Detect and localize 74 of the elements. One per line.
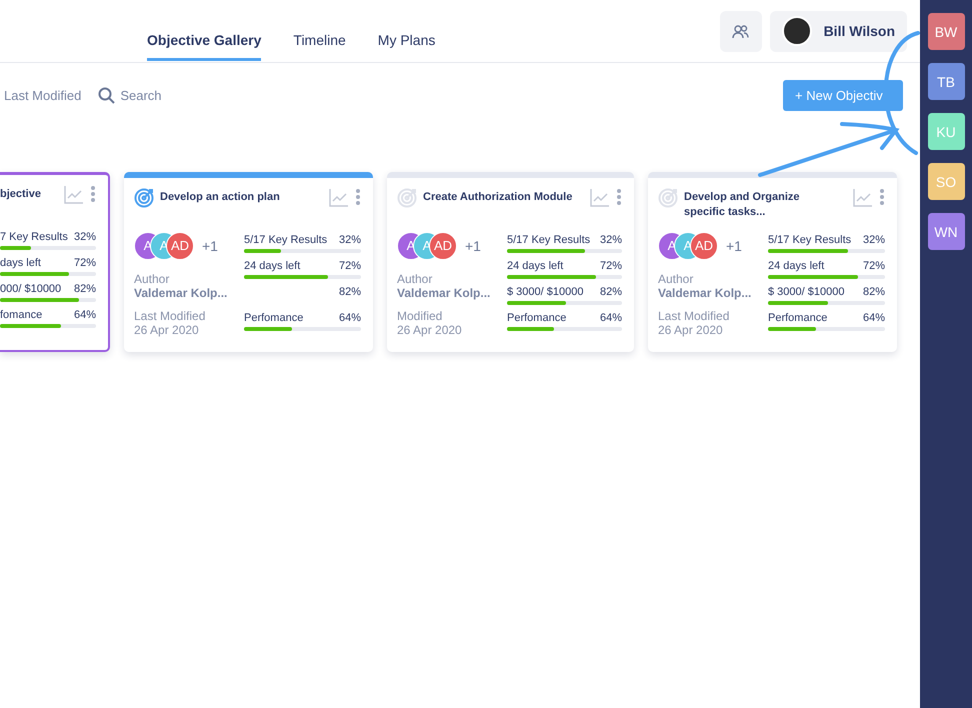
metric-percent: 64% [338, 312, 361, 324]
metric-label: days left [0, 257, 41, 269]
people-icon [732, 24, 750, 38]
metric-percent: 72% [600, 260, 622, 272]
modified-date: 26 Apr 2020 [134, 323, 200, 337]
more-icon[interactable] [879, 188, 885, 206]
card-title: Create Authorization Module [423, 190, 574, 205]
card-title: Develop an action plan [160, 190, 281, 205]
author-name: Valdemar Kolp... [134, 286, 228, 300]
more-count: +1 [465, 239, 481, 253]
avatar-badge: AD [690, 232, 718, 260]
chart-icon[interactable] [853, 188, 873, 207]
more-count: +1 [202, 239, 218, 253]
metric-label: 24 days left [244, 260, 300, 272]
metric-label: $ 3000/ $10000 [768, 286, 844, 298]
avatar-badge: AD [166, 232, 194, 260]
metric-label: 24 days left [768, 260, 824, 272]
metric-percent: 32% [600, 234, 622, 246]
chart-icon[interactable] [590, 188, 610, 207]
metric-label: 7 Key Results [0, 231, 68, 243]
modified-label: Last Modified [658, 309, 730, 323]
metric-label: $ 3000/ $10000 [507, 286, 584, 298]
target-icon [658, 188, 678, 208]
modified-date: 26 Apr 2020 [658, 323, 724, 337]
metric-percent: 72% [862, 260, 885, 272]
metric-percent: 64% [600, 312, 622, 324]
more-count: +1 [726, 239, 742, 253]
card-title: bjective [0, 187, 42, 202]
objective-card[interactable]: bjective 7 Key Results 32% days left 72% 000/ $10000 82% fomance 64% [0, 172, 110, 352]
metric-label: 24 days left [507, 260, 564, 272]
avatar-badge: AD [429, 232, 457, 260]
metric-label: 000/ $10000 [0, 283, 62, 295]
nav-tab[interactable]: Timeline [293, 10, 346, 60]
metric-percent: 72% [74, 257, 96, 269]
metric-label: 5/17 Key Results [507, 234, 590, 246]
team-button[interactable] [720, 10, 762, 52]
author-name: Valdemar Kolp... [658, 286, 752, 300]
metric-percent: 82% [862, 286, 885, 298]
more-icon[interactable] [90, 185, 96, 203]
metric-label: Perfomance [507, 312, 566, 324]
metric-label: Perfomance [768, 312, 828, 324]
modified-date: 26 Apr 2020 [397, 323, 463, 337]
metric-label: Perfomance [244, 312, 304, 324]
metric-percent: 82% [74, 283, 96, 295]
avatar-placeholder [782, 16, 812, 46]
chart-icon[interactable] [64, 185, 84, 204]
search-icon [98, 86, 116, 104]
metric-percent: 32% [862, 234, 885, 246]
chart-icon[interactable] [329, 188, 349, 207]
metric-percent: 82% [600, 286, 622, 298]
metric-label: 5/17 Key Results [244, 234, 328, 246]
metric-label: 5/17 Key Results [768, 234, 852, 246]
more-icon[interactable] [616, 188, 622, 206]
nav-tab[interactable]: Objective Gallery [147, 10, 262, 60]
metric-percent: 32% [74, 231, 96, 243]
author-label: Author [397, 272, 434, 286]
nav-tab[interactable]: My Plans [378, 10, 436, 60]
metric-label: fomance [0, 309, 42, 321]
sort-option[interactable]: Last Modified [4, 88, 82, 102]
target-icon [134, 188, 154, 208]
author-label: Author [134, 272, 170, 286]
more-icon[interactable] [355, 188, 361, 206]
author-label: Author [658, 272, 694, 286]
metric-percent: 64% [862, 312, 885, 324]
metric-percent: 72% [338, 260, 361, 272]
modified-label: Modified [397, 309, 444, 323]
target-icon [397, 188, 417, 208]
metric-percent: 82% [338, 286, 361, 298]
metric-percent: 32% [338, 234, 361, 246]
modified-label: Last Modified [134, 309, 206, 323]
author-name: Valdemar Kolp... [397, 286, 492, 300]
card-title: Develop and Organize specific tasks... [684, 190, 801, 220]
metric-percent: 64% [74, 309, 96, 321]
user-menu-button[interactable]: Bill Wilson [770, 10, 907, 52]
